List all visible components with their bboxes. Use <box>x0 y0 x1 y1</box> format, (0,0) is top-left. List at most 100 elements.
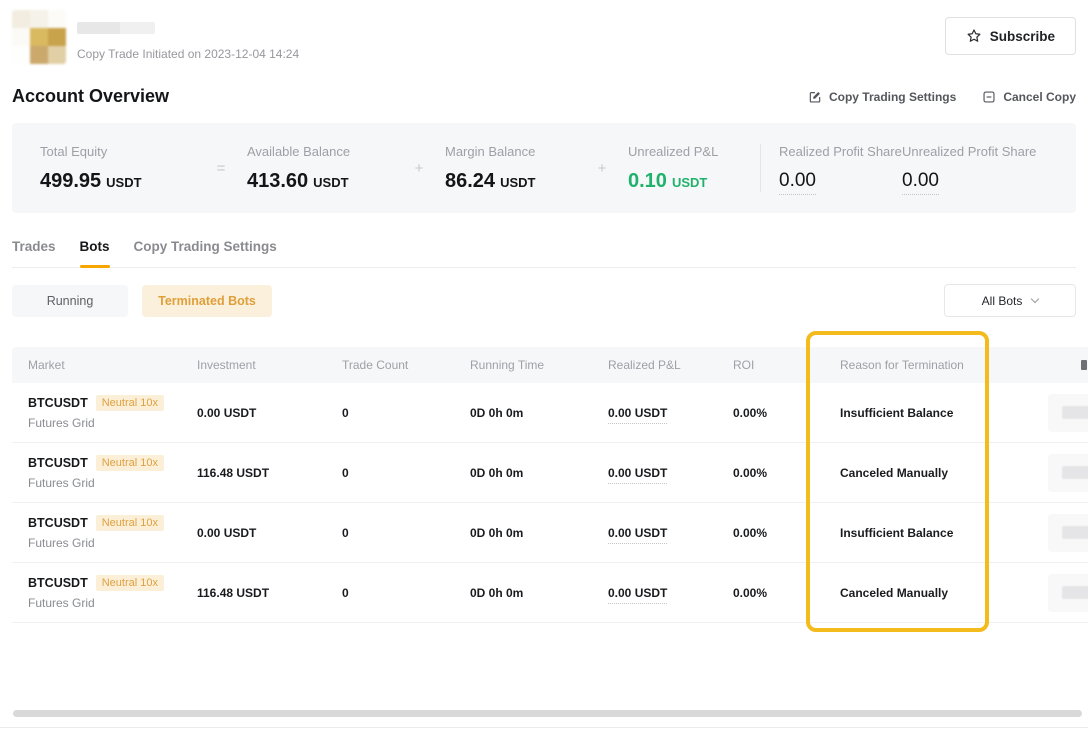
trader-identity: Copy Trade Initiated on 2023-12-04 14:24 <box>12 10 299 64</box>
stat-unit: USDT <box>672 175 707 190</box>
column-header-cut-off <box>1040 360 1088 370</box>
row-action-blurred[interactable] <box>1062 406 1088 419</box>
column-header-roi: ROI <box>717 358 824 372</box>
stat-number: 413.60 <box>247 170 308 192</box>
cell-market: BTCUSDTNeutral 10xFutures Grid <box>12 455 181 490</box>
stat-number: 0.00 <box>779 170 816 195</box>
realized-pnl-value: 0.00 USDT <box>608 466 667 484</box>
cancel-copy-link[interactable]: Cancel Copy <box>982 90 1076 104</box>
cell-realized-pnl: 0.00 USDT <box>592 526 717 540</box>
cell-action <box>1040 443 1088 502</box>
avatar-pixel <box>48 46 66 64</box>
market-line: BTCUSDT Neutral 10x <box>28 395 181 411</box>
table-header-row: MarketInvestmentTrade CountRunning TimeR… <box>12 347 1088 383</box>
column-header-investment: Investment <box>181 358 326 372</box>
strategy-type: Futures Grid <box>28 416 181 430</box>
tab-bots[interactable]: Bots <box>80 239 110 267</box>
stat-value: 0.10 USDT <box>628 170 748 193</box>
cell-trade-count: 0 <box>326 466 454 480</box>
cell-market: BTCUSDT Neutral 10x Futures Grid <box>12 515 181 550</box>
bot-filter-dropdown[interactable]: All Bots <box>944 284 1076 317</box>
cell-realized-pnl: 0.00 USDT <box>592 406 717 420</box>
star-icon <box>966 28 982 44</box>
stat-value: 0.00 <box>779 170 887 192</box>
cell-investment: 0.00 USDT <box>181 526 326 540</box>
tab-trades[interactable]: Trades <box>12 239 56 267</box>
market-symbol: BTCUSDT <box>28 576 88 590</box>
top-bar: Copy Trade Initiated on 2023-12-04 14:24… <box>0 0 1088 64</box>
terminated-bots-table: MarketInvestmentTrade CountRunning TimeR… <box>12 347 1088 623</box>
table-row: BTCUSDTNeutral 10xFutures Grid116.48 USD… <box>12 443 1088 503</box>
horizontal-scrollbar[interactable] <box>13 710 1082 717</box>
row-action-blurred[interactable] <box>1062 466 1088 479</box>
realized-pnl-value: 0.00 USDT <box>608 406 667 424</box>
chevron-down-icon <box>1031 295 1039 303</box>
cell-investment: 0.00 USDT <box>181 406 326 420</box>
stat-number: 499.95 <box>40 170 101 192</box>
avatar-pixel <box>12 46 30 64</box>
row-action-blurred[interactable] <box>1062 586 1088 599</box>
stat-available-balance: Available Balance413.60USDT <box>247 144 393 193</box>
stat-unit: USDT <box>106 175 141 190</box>
subscribe-label: Subscribe <box>990 29 1055 44</box>
table-body: BTCUSDTNeutral 10xFutures Grid0.00 USDT0… <box>12 383 1088 623</box>
cell-roi: 0.00% <box>717 586 824 600</box>
stat-operator: + <box>576 160 628 177</box>
avatar-pixel <box>48 10 66 28</box>
cell-running-time: 0D 0h 0m <box>454 406 592 420</box>
market-line: BTCUSDTNeutral 10x <box>28 575 181 591</box>
cell-termination-reason: Canceled Manually <box>824 466 1040 480</box>
tab-terminated-bots[interactable]: Terminated Bots <box>142 285 272 317</box>
tab-copy-trading-settings[interactable]: Copy Trading Settings <box>134 239 277 267</box>
cell-action <box>1040 563 1088 622</box>
cell-realized-pnl: 0.00 USDT <box>592 466 717 480</box>
header-actions: Copy Trading Settings Cancel Copy <box>808 90 1076 104</box>
stat-unit: USDT <box>500 175 535 190</box>
leverage-badge: Neutral 10x <box>96 515 164 531</box>
market-symbol: BTCUSDT <box>28 516 88 530</box>
cell-action <box>1040 383 1088 442</box>
market-line: BTCUSDTNeutral 10x <box>28 455 181 471</box>
market-symbol: BTCUSDT <box>28 396 88 410</box>
cell-market: BTCUSDT Neutral 10x Futures Grid <box>12 395 181 430</box>
column-header-market: Market <box>12 358 181 372</box>
stat-label: Realized Profit Share <box>779 144 887 159</box>
subscribe-button[interactable]: Subscribe <box>945 17 1076 55</box>
cell-trade-count: 0 <box>326 586 454 600</box>
terminated-bots-label: Terminated Bots <box>158 294 256 308</box>
table-row: BTCUSDTNeutral 10xFutures Grid116.48 USD… <box>12 563 1088 623</box>
stat-value: 413.60 USDT <box>247 170 393 193</box>
trader-texts: Copy Trade Initiated on 2023-12-04 14:24 <box>77 10 299 64</box>
stat-unit: USDT <box>313 175 348 190</box>
leverage-badge: Neutral 10x <box>96 395 164 411</box>
row-action-blurred[interactable] <box>1062 526 1088 539</box>
cell-trade-count: 0 <box>326 526 454 540</box>
table-row: BTCUSDTNeutral 10xFutures Grid0.00 USDT0… <box>12 383 1088 443</box>
cell-roi: 0.00% <box>717 526 824 540</box>
leverage-badge: Neutral 10x <box>96 455 164 471</box>
copy-trading-settings-link[interactable]: Copy Trading Settings <box>808 90 956 104</box>
stat-margin-balance: Margin Balance86.24USDT <box>445 144 576 193</box>
strategy-type: Futures Grid <box>28 536 181 550</box>
realized-pnl-value: 0.00 USDT <box>608 586 667 604</box>
stats-divider <box>760 144 761 192</box>
cell-termination-reason: Canceled Manually <box>824 586 1040 600</box>
stat-number: 0.10 <box>628 170 667 192</box>
cell-termination-reason: Insufficient Balance <box>824 526 1040 540</box>
stat-label: Unrealized P&L <box>628 144 748 159</box>
account-stats-panel: Total Equity499.95USDT=Available Balance… <box>12 123 1076 213</box>
realized-pnl-value: 0.00 USDT <box>608 526 667 544</box>
stat-value: 86.24USDT <box>445 170 576 193</box>
stat-value: 0.00 <box>902 170 1036 192</box>
copy-trading-settings-label: Copy Trading Settings <box>829 90 956 104</box>
trader-name-redacted <box>77 22 155 34</box>
avatar-pixel <box>30 46 48 64</box>
strategy-type: Futures Grid <box>28 596 181 610</box>
cell-running-time: 0D 0h 0m <box>454 466 592 480</box>
cell-trade-count: 0 <box>326 406 454 420</box>
avatar-pixel <box>30 10 48 28</box>
trader-avatar <box>12 10 66 64</box>
tab-running-bots[interactable]: Running <box>12 285 128 317</box>
cut-off-header-fragment <box>1081 360 1087 370</box>
column-header-realized-p-l: Realized P&L <box>592 358 717 372</box>
